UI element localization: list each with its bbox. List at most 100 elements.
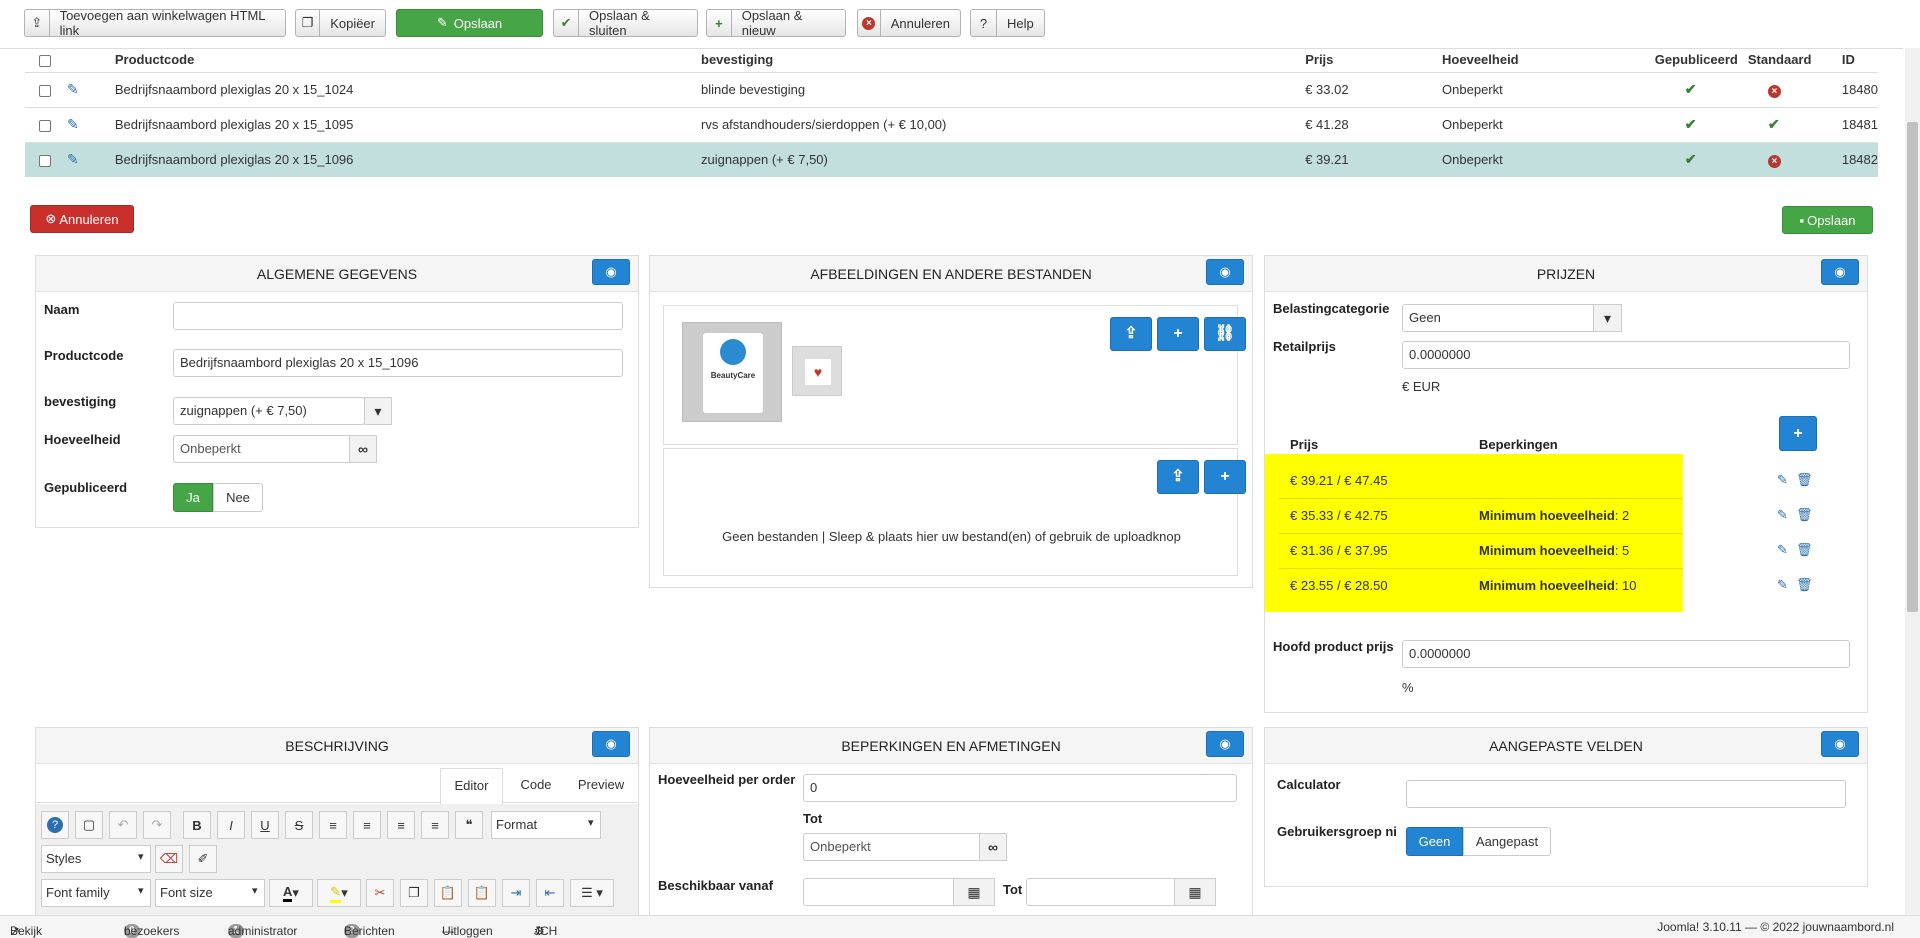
blockquote-icon[interactable]: ❝: [455, 811, 483, 839]
trash-icon[interactable]: 🗑: [1796, 577, 1813, 593]
cancel-variant-button[interactable]: ⊗ Annuleren: [30, 205, 134, 233]
bevestiging-select[interactable]: zuignappen (+ € 7,50): [173, 397, 365, 425]
table-row[interactable]: ✎ Bedrijfsnaambord plexiglas 20 x 15_109…: [25, 106, 1878, 142]
edit-pencil-icon[interactable]: ✎: [67, 116, 79, 132]
save-new-button[interactable]: + Opslaan & nieuw: [706, 8, 846, 38]
user-group-none-button[interactable]: Geen: [1406, 827, 1463, 856]
align-justify-icon[interactable]: ≡: [319, 811, 347, 839]
eye-icon[interactable]: ◉: [1821, 259, 1859, 285]
code-input[interactable]: Bedrijfsnaambord plexiglas 20 x 15_1096: [173, 349, 623, 377]
edit-pencil-icon[interactable]: ✎: [67, 151, 79, 167]
brush-icon[interactable]: ✐: [189, 845, 217, 873]
font-family-select[interactable]: Font family: [41, 879, 151, 907]
new-document-icon[interactable]: ▢: [75, 811, 103, 839]
numbered-list-icon[interactable]: ☰ ▾: [570, 879, 614, 907]
styles-select[interactable]: Styles: [41, 845, 151, 873]
published-check-icon[interactable]: ✔: [1685, 151, 1697, 167]
edit-pencil-icon[interactable]: ✎: [1777, 577, 1788, 593]
product-image[interactable]: BeautyCare: [682, 322, 782, 422]
upload-file-icon[interactable]: ⇪: [1157, 460, 1199, 494]
redo-icon[interactable]: ↷: [143, 811, 171, 839]
edit-pencil-icon[interactable]: ✎: [1777, 507, 1788, 523]
tax-select[interactable]: Geen: [1402, 304, 1596, 332]
highlight-color-icon[interactable]: ✎ ▾: [317, 879, 361, 907]
chevron-down-icon[interactable]: ▾: [364, 397, 392, 425]
max-qty-input[interactable]: Onbeperkt: [803, 833, 981, 861]
retail-input[interactable]: 0.0000000: [1402, 341, 1850, 369]
save-variant-button[interactable]: ▪ Opslaan: [1782, 206, 1873, 234]
save-button[interactable]: ✎ Opslaan: [396, 9, 543, 37]
cut-icon[interactable]: ✂: [366, 879, 394, 907]
align-right-icon[interactable]: ≡: [421, 811, 449, 839]
images-dropzone[interactable]: BeautyCare ♥ ⇪ + ⛓: [663, 305, 1246, 445]
help-icon[interactable]: ?: [41, 811, 69, 839]
underline-icon[interactable]: U: [251, 811, 279, 839]
edit-pencil-icon[interactable]: ✎: [1777, 472, 1788, 488]
tab-preview[interactable]: Preview: [566, 768, 636, 803]
table-row[interactable]: ✎ Bedrijfsnaambord plexiglas 20 x 15_109…: [25, 141, 1878, 177]
edit-pencil-icon[interactable]: ✎: [67, 81, 79, 97]
user-group-custom-button[interactable]: Aangepast: [1463, 827, 1551, 856]
align-center-icon[interactable]: ≡: [353, 811, 381, 839]
tab-editor[interactable]: Editor: [440, 768, 503, 804]
not-default-icon[interactable]: ×: [1767, 84, 1781, 98]
copy-button[interactable]: ❐ Kopiëer: [295, 9, 386, 37]
edit-pencil-icon[interactable]: ✎: [1777, 542, 1788, 558]
default-check-icon[interactable]: ✔: [1768, 116, 1780, 132]
published-check-icon[interactable]: ✔: [1685, 81, 1697, 97]
published-no-button[interactable]: Nee: [213, 483, 263, 512]
eraser-icon[interactable]: ⌫: [155, 845, 183, 873]
add-to-cart-link-button[interactable]: ⇪ Toevoegen aan winkelwagen HTML link: [24, 8, 286, 38]
eye-icon[interactable]: ◉: [592, 731, 630, 757]
indent-icon[interactable]: ⇥: [502, 879, 530, 907]
eye-icon[interactable]: ◉: [1206, 259, 1244, 285]
per-order-input[interactable]: 0: [803, 774, 1237, 802]
calculator-input[interactable]: [1406, 780, 1846, 808]
row-checkbox[interactable]: [39, 119, 51, 132]
product-image-thumb[interactable]: ♥: [792, 346, 842, 396]
eye-icon[interactable]: ◉: [1206, 731, 1244, 757]
strikethrough-icon[interactable]: S: [285, 811, 313, 839]
trash-icon[interactable]: 🗑: [1796, 542, 1813, 558]
files-dropzone[interactable]: ⇪ + Geen bestanden | Sleep & plaats hier…: [663, 448, 1246, 576]
trash-icon[interactable]: 🗑: [1796, 472, 1813, 488]
eye-icon[interactable]: ◉: [1821, 731, 1859, 757]
save-close-button[interactable]: ✔ Opslaan & sluiten: [553, 8, 698, 38]
undo-icon[interactable]: ↶: [109, 811, 137, 839]
add-file-icon[interactable]: +: [1204, 460, 1246, 494]
not-default-icon[interactable]: ×: [1767, 154, 1781, 168]
link-icon[interactable]: ⛓: [1204, 317, 1246, 351]
row-checkbox[interactable]: [39, 84, 51, 97]
text-color-icon[interactable]: A ▾: [269, 879, 313, 907]
paste-text-icon[interactable]: 📋: [468, 879, 496, 907]
align-left-icon[interactable]: ≡: [387, 811, 415, 839]
format-select[interactable]: Format: [491, 811, 601, 839]
infinity-icon[interactable]: ∞: [349, 435, 377, 463]
help-button[interactable]: ? Help: [970, 9, 1045, 37]
tab-code[interactable]: Code: [506, 768, 566, 803]
add-price-icon[interactable]: +: [1779, 416, 1817, 451]
calendar-icon[interactable]: ▦: [953, 878, 995, 906]
bold-icon[interactable]: B: [183, 811, 211, 839]
name-input[interactable]: [173, 302, 623, 330]
infinity-icon[interactable]: ∞: [979, 833, 1007, 861]
row-checkbox[interactable]: [39, 154, 51, 167]
font-size-select[interactable]: Font size: [155, 879, 265, 907]
cancel-button[interactable]: × Annuleren: [857, 9, 961, 37]
outdent-icon[interactable]: ⇤: [536, 879, 564, 907]
italic-icon[interactable]: I: [217, 811, 245, 839]
main-price-input[interactable]: 0.0000000: [1402, 640, 1850, 668]
qty-input[interactable]: Onbeperkt: [173, 435, 351, 463]
trash-icon[interactable]: 🗑: [1796, 507, 1813, 523]
copy-icon[interactable]: ❐: [400, 879, 428, 907]
paste-icon[interactable]: 📋: [434, 879, 462, 907]
plus-icon[interactable]: +: [1157, 317, 1199, 351]
scrollbar-thumb[interactable]: [1907, 122, 1918, 612]
eye-icon[interactable]: ◉: [592, 259, 630, 285]
upload-icon[interactable]: ⇪: [1110, 317, 1152, 351]
published-yes-button[interactable]: Ja: [173, 483, 213, 512]
published-check-icon[interactable]: ✔: [1685, 116, 1697, 132]
chevron-down-icon[interactable]: ▾: [1593, 304, 1622, 332]
calendar-icon[interactable]: ▦: [1174, 878, 1216, 906]
table-row[interactable]: ✎ Bedrijfsnaambord plexiglas 20 x 15_102…: [25, 71, 1878, 107]
